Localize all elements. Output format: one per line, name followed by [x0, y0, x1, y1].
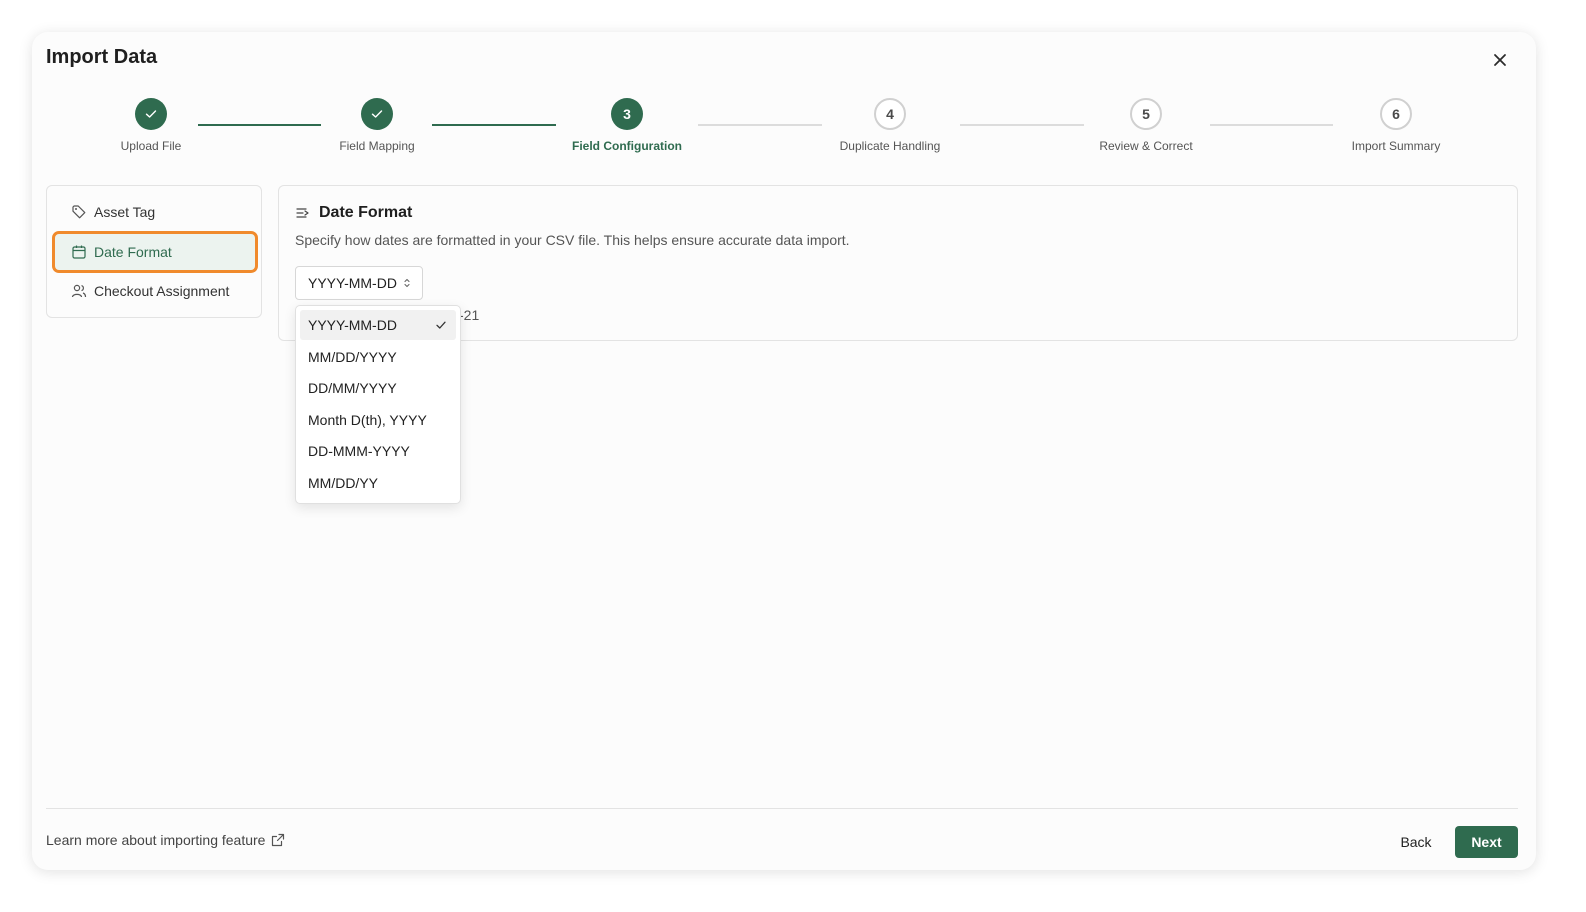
external-link-icon — [270, 832, 286, 848]
modal-title: Import Data — [46, 46, 158, 68]
users-icon — [71, 283, 87, 299]
step-connector — [198, 124, 321, 126]
dropdown-option[interactable]: MM/DD/YY — [300, 468, 456, 498]
step-import-summary: 6 Import Summary — [1316, 98, 1476, 153]
option-label: MM/DD/YY — [308, 475, 378, 491]
chevron-up-down-icon — [402, 277, 412, 289]
step-3-circle: 3 — [611, 98, 643, 130]
step-label: Field Mapping — [339, 139, 415, 153]
date-format-panel: Date Format Specify how dates are format… — [278, 185, 1518, 341]
option-label: DD/MM/YYYY — [308, 380, 397, 396]
next-button[interactable]: Next — [1455, 826, 1518, 858]
calendar-icon — [71, 244, 87, 260]
date-format-dropdown: YYYY-MM-DD MM/DD/YYYY DD/MM/YYYY Month D… — [295, 305, 461, 504]
step-duplicate-handling: 4 Duplicate Handling — [810, 98, 970, 153]
dropdown-option[interactable]: Month D(th), YYYY — [300, 405, 456, 435]
step-label: Import Summary — [1351, 139, 1441, 153]
sidebar-item-date-format[interactable]: Date Format — [52, 231, 258, 273]
step-1-circle — [135, 98, 167, 130]
panel-description: Specify how dates are formatted in your … — [295, 232, 850, 248]
back-button[interactable]: Back — [1386, 826, 1446, 858]
panel-header: Date Format — [295, 204, 412, 222]
learn-more-label: Learn more about importing feature — [46, 832, 266, 848]
select-value: YYYY-MM-DD — [308, 275, 397, 291]
list-arrow-icon — [295, 205, 311, 221]
dropdown-option[interactable]: YYYY-MM-DD — [300, 310, 456, 340]
dropdown-option[interactable]: DD-MMM-YYYY — [300, 436, 456, 466]
check-icon — [434, 318, 448, 332]
stepper: Upload File Field Mapping 3 Field Config… — [32, 98, 1536, 158]
panel-title: Date Format — [319, 204, 413, 221]
option-label: Month D(th), YYYY — [308, 412, 427, 428]
tag-icon — [71, 204, 87, 220]
step-review-correct: 5 Review & Correct — [1066, 98, 1226, 153]
option-label: DD-MMM-YYYY — [308, 443, 410, 459]
close-button[interactable] — [1488, 48, 1512, 72]
option-label: YYYY-MM-DD — [308, 317, 397, 333]
sidebar-item-label: Checkout Assignment — [94, 283, 230, 299]
check-icon — [371, 110, 383, 118]
field-sidebar: Asset Tag Date Format Checkout Assignmen… — [46, 185, 262, 318]
check-icon — [145, 110, 157, 118]
step-connector — [960, 124, 1084, 126]
step-connector — [698, 124, 822, 126]
step-label: Field Configuration — [572, 139, 682, 153]
step-6-circle: 6 — [1380, 98, 1412, 130]
sidebar-item-asset-tag[interactable]: Asset Tag — [55, 194, 255, 230]
step-label: Review & Correct — [1099, 139, 1193, 153]
step-connector — [1210, 124, 1333, 126]
option-label: MM/DD/YYYY — [308, 349, 397, 365]
dropdown-option[interactable]: DD/MM/YYYY — [300, 373, 456, 403]
step-connector — [432, 124, 556, 126]
dropdown-option[interactable]: MM/DD/YYYY — [300, 342, 456, 372]
step-2-circle — [361, 98, 393, 130]
step-4-circle: 4 — [874, 98, 906, 130]
footer-divider — [46, 808, 1518, 809]
sidebar-item-label: Asset Tag — [94, 204, 156, 220]
step-5-circle: 5 — [1130, 98, 1162, 130]
step-label: Upload File — [120, 139, 182, 153]
learn-more-link[interactable]: Learn more about importing feature — [46, 832, 286, 848]
sidebar-item-label: Date Format — [94, 244, 172, 260]
close-icon — [1494, 54, 1506, 66]
step-label: Duplicate Handling — [839, 139, 941, 153]
step-field-configuration: 3 Field Configuration — [547, 98, 707, 153]
date-preview: -21 — [459, 307, 480, 323]
date-format-select[interactable]: YYYY-MM-DD — [295, 266, 423, 300]
sidebar-item-checkout-assignment[interactable]: Checkout Assignment — [55, 273, 255, 309]
import-data-modal: Import Data Upload File Field Mapping 3 … — [32, 32, 1536, 870]
